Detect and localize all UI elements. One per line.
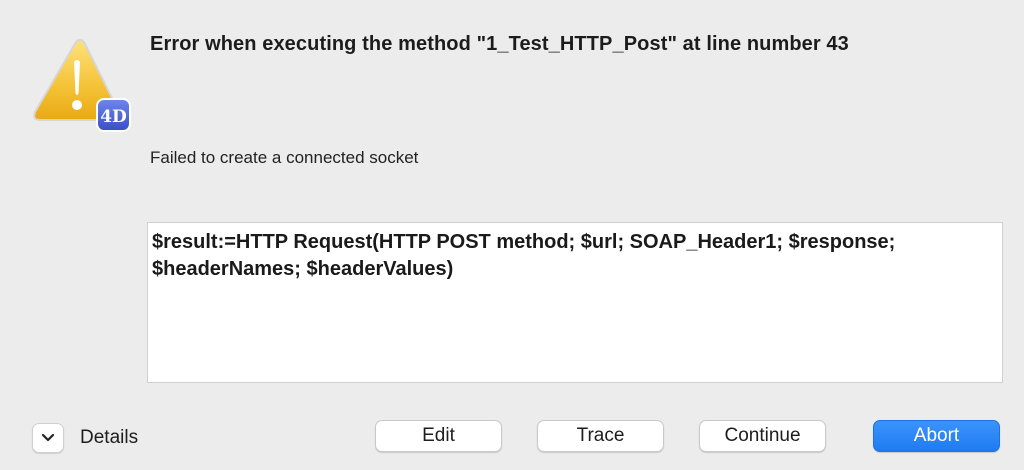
chevron-down-icon (41, 433, 55, 442)
warning-icon: 4D (30, 38, 134, 134)
code-line-text: $result:=HTTP Request(HTTP POST method; … (152, 231, 901, 280)
details-toggle-button[interactable] (32, 423, 64, 453)
code-line-box[interactable]: $result:=HTTP Request(HTTP POST method; … (147, 222, 1003, 383)
continue-button[interactable]: Continue (699, 420, 826, 452)
trace-button[interactable]: Trace (537, 420, 664, 452)
svg-text:4D: 4D (100, 107, 127, 127)
edit-button[interactable]: Edit (375, 420, 502, 452)
error-title: Error when executing the method "1_Test_… (150, 33, 849, 55)
error-dialog: 4D Error when executing the method "1_Te… (0, 0, 1024, 470)
error-message: Failed to create a connected socket (150, 148, 419, 167)
details-label: Details (80, 427, 139, 448)
4d-badge-icon: 4D (96, 98, 131, 132)
abort-button[interactable]: Abort (873, 420, 1000, 452)
